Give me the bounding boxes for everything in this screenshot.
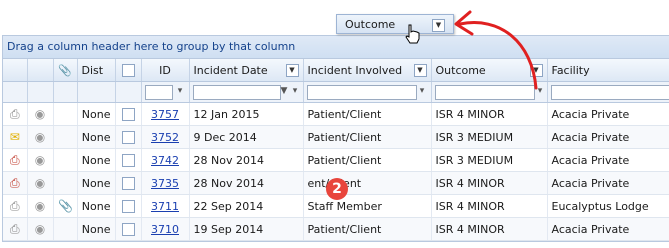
column-header-select-all[interactable]	[115, 59, 142, 82]
header-row: 📎 Dist ID Incident Date ▼ Incident Involv…	[3, 59, 669, 82]
row-checkbox[interactable]	[121, 153, 135, 167]
column-header-icon[interactable]	[3, 59, 28, 82]
incident-involved: Patient/Client	[307, 222, 382, 236]
dist-value: None	[81, 176, 111, 190]
table-row[interactable]: ⎙ ◉ None 3757 12 Jan 2015 Patient/Client ISR 4…	[3, 102, 669, 126]
id-filter-input[interactable]	[144, 85, 173, 100]
incident-rows: ⎙ ◉ None 3757 12 Jan 2015 Patient/Client ISR 4…	[3, 102, 669, 241]
facility-value: Eucalyptus Lodge	[551, 199, 649, 213]
printer-icon[interactable]: ⎙	[8, 107, 22, 122]
row-checkbox[interactable]	[121, 222, 135, 236]
column-header-id[interactable]: ID	[141, 59, 190, 82]
incident-involved: Patient/Client	[307, 130, 382, 144]
incident-involved: Staff Member	[307, 199, 382, 213]
paperclip-icon[interactable]: 📎	[58, 199, 73, 213]
chevron-down-icon[interactable]: ▼	[285, 64, 299, 77]
incident-id-link[interactable]: 3711	[151, 200, 179, 213]
printer-icon[interactable]: ⎙	[8, 222, 22, 237]
curved-arrow-annotation	[454, 10, 538, 90]
group-by-drop-zone[interactable]: Drag a column header here to group by th…	[3, 36, 669, 59]
outcome-value: ISR 4 MINOR	[435, 107, 505, 121]
column-header-dist[interactable]: Dist	[77, 59, 116, 82]
outcome-value: ISR 4 MINOR	[435, 222, 505, 236]
printer-red-icon[interactable]: ⎙	[8, 176, 22, 191]
dist-value: None	[81, 222, 111, 236]
incident-involved: Patient/Client	[307, 153, 382, 167]
dist-value: None	[81, 153, 111, 167]
eye-icon[interactable]: ◉	[33, 107, 47, 121]
column-header-facility[interactable]: Facility	[547, 59, 669, 82]
incident-id-link[interactable]: 3757	[151, 108, 179, 121]
envelope-icon[interactable]: ✉	[8, 130, 22, 144]
row-checkbox[interactable]	[121, 176, 135, 190]
dist-value: None	[81, 130, 111, 144]
printer-icon[interactable]: ⎙	[8, 199, 22, 214]
outcome-value: ISR 3 MEDIUM	[435, 130, 514, 144]
incident-date: 19 Sep 2014	[193, 222, 264, 236]
dist-value: None	[81, 107, 111, 121]
row-checkbox[interactable]	[121, 130, 135, 144]
outcome-value: ISR 4 MINOR	[435, 176, 505, 190]
outcome-value: ISR 3 MEDIUM	[435, 153, 514, 167]
date-filter-input[interactable]	[192, 85, 281, 100]
incident-date: 28 Nov 2014	[193, 153, 264, 167]
table-row[interactable]: ✉ ◉ None 3752 9 Dec 2014 Patient/Client ISR 3 …	[3, 125, 669, 149]
incident-involved: Patient/Client	[307, 107, 382, 121]
eye-icon[interactable]: ◉	[33, 153, 47, 167]
facility-value: Acacia Private	[551, 130, 630, 144]
incident-id-link[interactable]: 3710	[151, 223, 179, 236]
column-header-attachment[interactable]: 📎	[53, 59, 78, 82]
eye-icon[interactable]: ◉	[33, 199, 47, 213]
calendar-dropdown-icon[interactable]: ▼	[280, 86, 289, 97]
incident-table: 📎 Dist ID Incident Date ▼ Incident Involv…	[3, 59, 669, 241]
facility-value: Acacia Private	[551, 222, 630, 236]
filter-icon[interactable]: ▾	[291, 86, 300, 97]
dragged-column-header[interactable]: Outcome ▼	[336, 14, 454, 34]
table-row[interactable]: ⎙ ◉ None 3710 19 Sep 2014 Patient/Client ISR 4…	[3, 217, 669, 241]
involved-filter-input[interactable]	[306, 85, 417, 100]
incident-date: 22 Sep 2014	[193, 199, 264, 213]
incident-date: 9 Dec 2014	[193, 130, 257, 144]
incident-id-link[interactable]: 3742	[151, 154, 179, 167]
row-checkbox[interactable]	[121, 107, 135, 121]
incident-date: 12 Jan 2015	[193, 107, 260, 121]
hand-pointer-icon	[405, 24, 420, 44]
facility-value: Acacia Private	[551, 153, 630, 167]
incident-id-link[interactable]: 3735	[151, 177, 179, 190]
eye-icon[interactable]: ◉	[33, 222, 47, 236]
column-header-view[interactable]	[27, 59, 54, 82]
facility-value: Acacia Private	[551, 176, 630, 190]
column-header-incident-date[interactable]: Incident Date ▼	[189, 59, 304, 82]
filter-icon[interactable]: ▾	[176, 86, 185, 97]
facility-value: Acacia Private	[551, 107, 630, 121]
outcome-value: ISR 4 MINOR	[435, 199, 505, 213]
facility-filter-input[interactable]	[550, 85, 669, 100]
eye-icon[interactable]: ◉	[33, 130, 47, 144]
row-checkbox[interactable]	[121, 199, 135, 213]
incident-id-link[interactable]: 3752	[151, 131, 179, 144]
eye-icon[interactable]: ◉	[33, 176, 47, 190]
filter-row: ▾ ▼ ▾ ▾ ▾	[3, 81, 669, 103]
select-all-checkbox[interactable]	[121, 63, 135, 77]
table-row[interactable]: ⎙ ◉ None 3742 28 Nov 2014 Patient/Client ISR 3…	[3, 148, 669, 172]
chevron-down-icon[interactable]: ▼	[413, 64, 427, 77]
column-header-incident-involved[interactable]: Incident Involved ▼	[303, 59, 432, 82]
step-number-badge: 2	[326, 178, 348, 200]
incident-grid: Drag a column header here to group by th…	[2, 35, 669, 242]
incident-date: 28 Nov 2014	[193, 176, 264, 190]
dist-value: None	[81, 199, 111, 213]
paperclip-icon: 📎	[58, 63, 72, 77]
printer-red-icon[interactable]: ⎙	[8, 153, 22, 168]
filter-icon[interactable]: ▾	[418, 86, 427, 97]
